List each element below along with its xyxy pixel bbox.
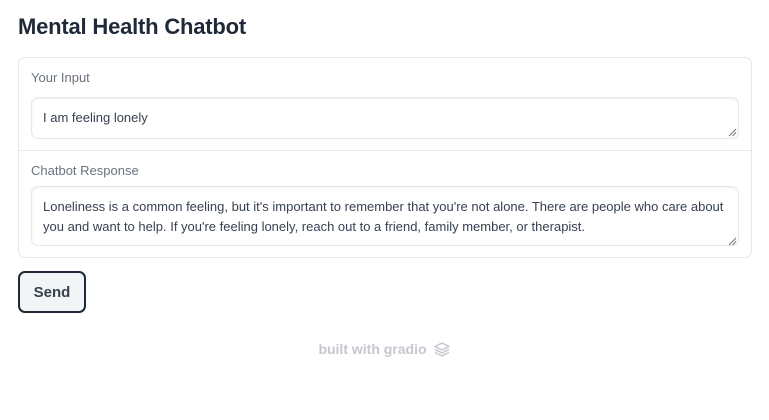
footer: built with gradio — [0, 340, 769, 358]
output-block: Chatbot Response — [19, 150, 751, 259]
io-panel: Your Input Chatbot Response — [18, 57, 752, 258]
send-button[interactable]: Send — [18, 271, 86, 313]
output-label: Chatbot Response — [31, 163, 139, 178]
input-block: Your Input — [19, 58, 751, 150]
output-resize-handle-icon[interactable] — [728, 237, 737, 246]
user-input-textbox[interactable] — [31, 97, 739, 139]
gradio-logo-icon — [433, 342, 450, 357]
built-with-gradio-link[interactable]: built with gradio — [318, 341, 426, 357]
input-resize-handle-icon[interactable] — [728, 128, 737, 137]
page-title: Mental Health Chatbot — [18, 14, 247, 39]
input-label: Your Input — [31, 70, 90, 85]
chatbot-response-textbox[interactable] — [31, 186, 739, 246]
